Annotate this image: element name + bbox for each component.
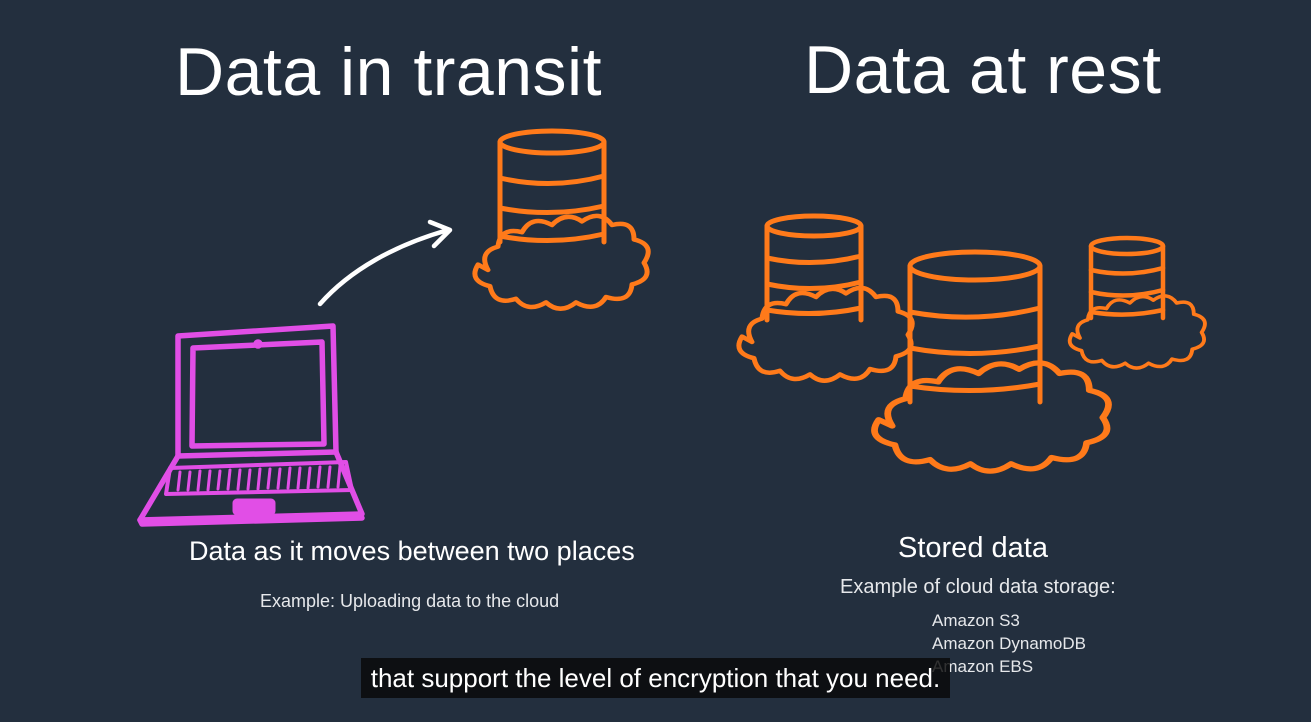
transit-example: Example: Uploading data to the cloud: [260, 591, 560, 611]
illustration: [137, 128, 1207, 527]
service-item: Amazon DynamoDB: [932, 634, 1087, 653]
service-item: Amazon S3: [932, 611, 1020, 630]
cloud-database-icon: [874, 249, 1108, 471]
cloud-database-icon: [739, 213, 912, 381]
caption-container: that support the level of encryption tha…: [0, 658, 1311, 698]
arrow-icon: [317, 219, 453, 307]
transit-description: Data as it moves between two places: [189, 536, 635, 566]
rest-description: Stored data: [898, 532, 1048, 564]
slide: Data in transit Data at rest Data as it …: [0, 0, 1311, 722]
video-caption: that support the level of encryption tha…: [360, 658, 951, 698]
cloud-database-icon: [475, 128, 648, 309]
laptop-icon: [137, 323, 365, 527]
rest-example: Example of cloud data storage:: [840, 576, 1116, 598]
cloud-database-icon: [1067, 235, 1207, 371]
